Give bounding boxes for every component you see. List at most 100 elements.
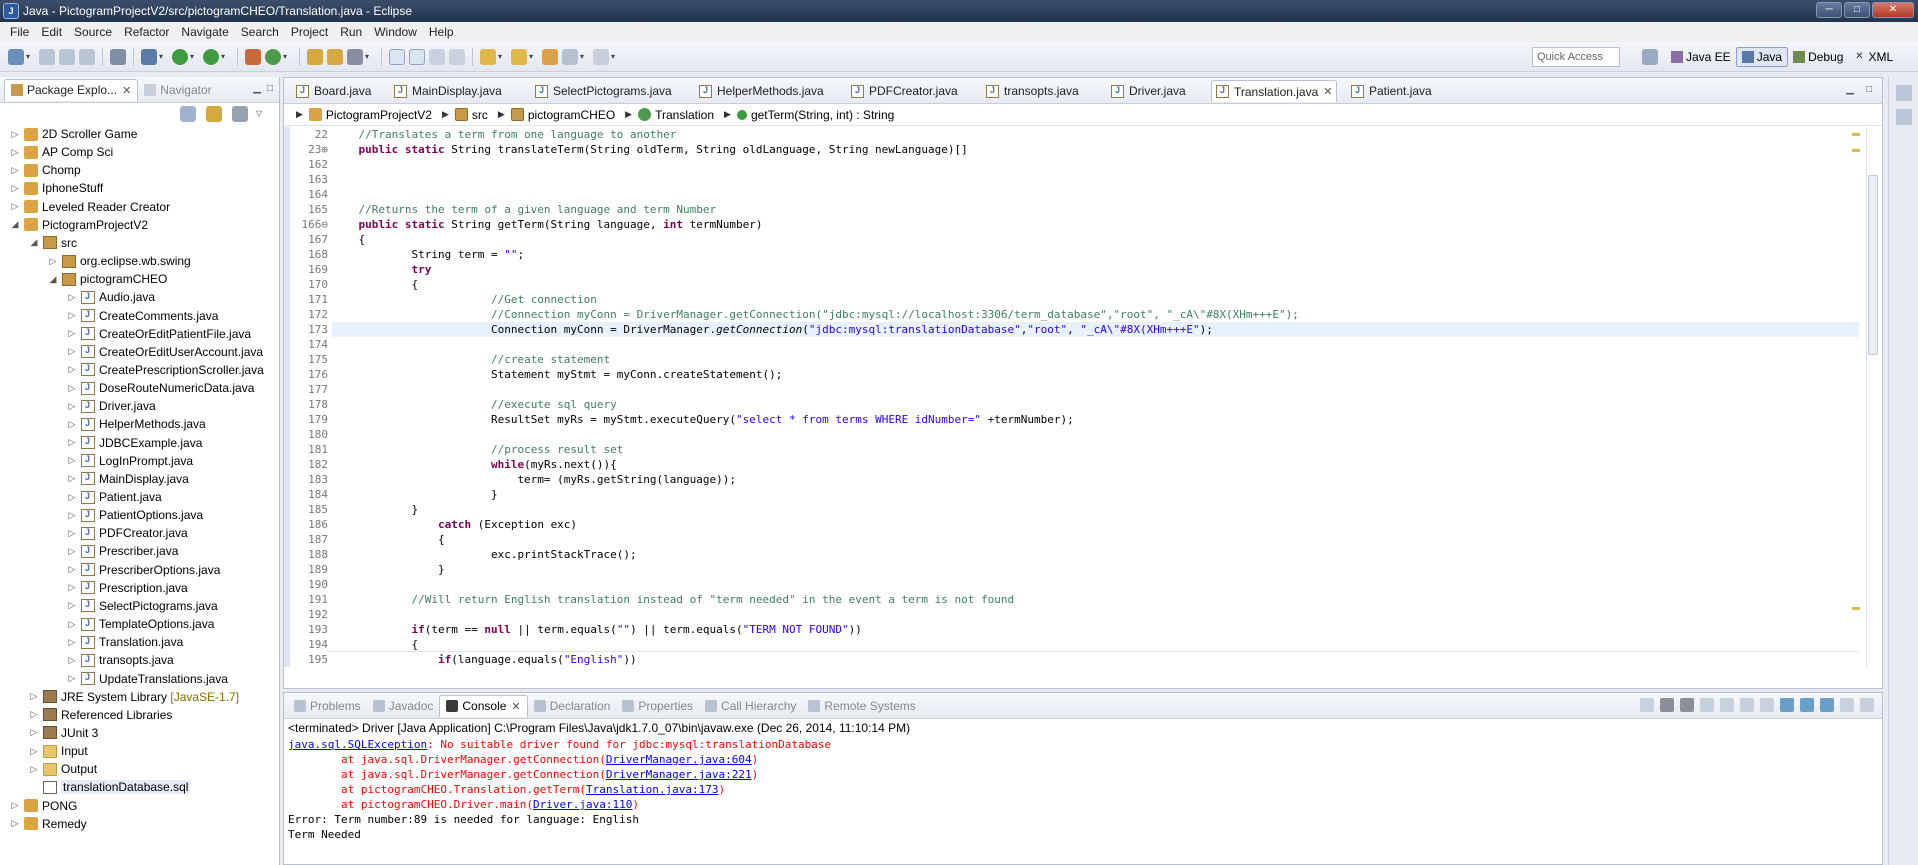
perspective-java[interactable]: Java [1735,47,1789,67]
chevron-down-icon[interactable]: ◢ [48,274,58,285]
minimize-view-icon[interactable] [1840,698,1854,712]
focus-task-icon[interactable] [232,106,248,122]
new-java-project-icon[interactable] [245,48,261,65]
menu-help[interactable]: Help [423,25,460,39]
chevron-right-icon[interactable]: ▷ [10,818,20,829]
breadcrumb-method[interactable]: ▶ getTerm(String, int) : String [718,108,894,122]
stack-trace-link[interactable]: Translation.java:173 [586,783,718,796]
chevron-right-icon[interactable]: ▷ [67,637,77,648]
chevron-right-icon[interactable]: ▷ [67,600,77,611]
save-all-icon[interactable] [59,48,75,65]
search-dropdown-icon[interactable]: ▾ [365,49,373,65]
tree-item[interactable]: ▷ MainDisplay.java [67,470,189,488]
warning-marker[interactable] [1852,607,1860,610]
tab-call-hierarchy[interactable]: Call Hierarchy [699,695,802,717]
tree-item[interactable]: ▷ JDBCExample.java [67,434,203,452]
chevron-right-icon[interactable]: ▷ [67,364,77,375]
tree-item[interactable]: ▷ CreateOrEditPatientFile.java [67,325,252,343]
remove-launch-icon[interactable] [1660,698,1674,712]
tab-declaration[interactable]: Declaration [528,695,617,717]
tree-item[interactable]: ▷ UpdateTranslations.java [67,670,228,688]
back-icon[interactable] [562,48,578,65]
scrollbar-thumb[interactable] [1868,175,1878,355]
editor-tab-maindisplay[interactable]: MainDisplay.java [390,80,506,102]
chevron-right-icon[interactable]: ▷ [10,129,20,140]
menu-source[interactable]: Source [68,25,118,39]
tree-item[interactable]: ▷ transopts.java [67,651,174,669]
perspective-java-ee[interactable]: Java EE [1666,47,1736,67]
run-external-tool-icon[interactable] [203,48,219,65]
open-console-icon[interactable] [1820,698,1834,712]
editor-tab-transopts[interactable]: transopts.java [982,80,1083,102]
chevron-right-icon[interactable]: ▷ [10,147,20,158]
chevron-right-icon[interactable]: ▷ [67,455,77,466]
clear-console-icon[interactable] [1700,698,1714,712]
previous-annotation-icon[interactable] [511,48,527,65]
tree-item[interactable]: ▷ Referenced Libraries [29,706,173,724]
breadcrumb-src[interactable]: ▶ src [436,108,488,122]
tree-item[interactable]: ▷ 2D Scroller Game [10,125,138,143]
tree-item[interactable]: ▷ Prescription.java [67,579,188,597]
tree-item[interactable]: ▷ Leveled Reader Creator [10,198,171,216]
tree-item[interactable]: ▷ SelectPictograms.java [67,597,218,615]
chevron-right-icon[interactable]: ▷ [67,328,77,339]
print-icon[interactable] [79,48,95,65]
save-icon[interactable] [39,48,55,65]
tree-item[interactable]: ▷ CreateOrEditUserAccount.java [67,343,264,361]
menu-edit[interactable]: Edit [35,25,68,39]
tree-item[interactable]: ▷ PDFCreator.java [67,524,188,542]
horizontal-scrollbar[interactable] [329,651,1859,663]
scroll-lock-icon[interactable] [1720,698,1734,712]
chevron-right-icon[interactable]: ▷ [67,528,77,539]
tree-item[interactable]: ▷ PatientOptions.java [67,506,204,524]
new-class-dropdown-icon[interactable]: ▾ [283,49,291,65]
tree-item[interactable]: ▷ Audio.java [67,288,156,306]
tab-console[interactable]: Console ✕ [439,694,528,717]
chevron-right-icon[interactable]: ▷ [10,201,20,212]
remove-all-terminated-icon[interactable] [1680,698,1694,712]
chevron-right-icon[interactable]: ▷ [67,437,77,448]
editor-tab-helpermethods[interactable]: HelperMethods.java [695,80,828,102]
outline-view-icon[interactable] [1896,109,1912,125]
stack-trace-link[interactable]: DriverManager.java:604 [606,753,752,766]
tab-javadoc[interactable]: Javadoc [367,695,440,717]
tree-item[interactable]: ▷ Output [29,760,98,778]
editor-tab-selectpictograms[interactable]: SelectPictograms.java [531,80,676,102]
open-task-icon[interactable] [327,48,343,65]
tree-item[interactable]: ▷ Chomp [10,161,81,179]
next-annotation-icon[interactable] [480,48,496,65]
restore-view-icon[interactable] [1896,85,1912,101]
minimize-editor-icon[interactable]: ▁ [1846,84,1854,95]
menu-project[interactable]: Project [285,25,334,39]
maximize-view-icon[interactable]: □ [267,83,273,94]
editor-tab-driver[interactable]: Driver.java [1107,80,1190,102]
chevron-right-icon[interactable]: ▷ [10,183,20,194]
chevron-right-icon[interactable]: ▷ [67,383,77,394]
tree-item[interactable]: ▷ JRE System Library [JavaSE-1.7] [29,688,240,706]
tree-item[interactable]: ▷ DoseRouteNumericData.java [67,379,255,397]
menu-search[interactable]: Search [235,25,285,39]
warning-marker[interactable] [1852,149,1860,152]
tree-item[interactable]: ▷ CreatePrescriptionScroller.java [67,361,264,379]
perspective-debug[interactable]: Debug [1788,47,1848,67]
editor-tab-pdfcreator[interactable]: PDFCreator.java [847,80,962,102]
tree-item[interactable]: ▷ JUnit 3 [29,724,99,742]
external-tool-dropdown-icon[interactable]: ▾ [221,49,229,65]
menu-window[interactable]: Window [368,25,423,39]
menu-navigate[interactable]: Navigate [175,25,234,39]
tree-item[interactable]: ◢ pictogramCHEO [48,270,168,288]
tree-item[interactable]: ▷ Patient.java [67,488,162,506]
chevron-right-icon[interactable]: ▷ [67,619,77,630]
block-selection-icon[interactable] [429,48,445,65]
chevron-right-icon[interactable]: ▷ [29,709,39,720]
back-dropdown-icon[interactable]: ▾ [580,49,588,65]
editor-tab-translation[interactable]: Translation.java✕ [1211,80,1338,102]
close-tab-icon[interactable]: ✕ [511,700,520,713]
next-annotation-dropdown-icon[interactable]: ▾ [498,49,506,65]
chevron-right-icon[interactable]: ▷ [67,419,77,430]
tab-problems[interactable]: Problems [288,695,367,717]
breadcrumb-package[interactable]: ▶ pictogramCHEO [492,108,615,122]
tree-item[interactable]: ▷ AP Comp Sci [10,143,114,161]
skip-breakpoints-icon[interactable] [110,48,126,65]
forward-dropdown-icon[interactable]: ▾ [611,49,619,65]
